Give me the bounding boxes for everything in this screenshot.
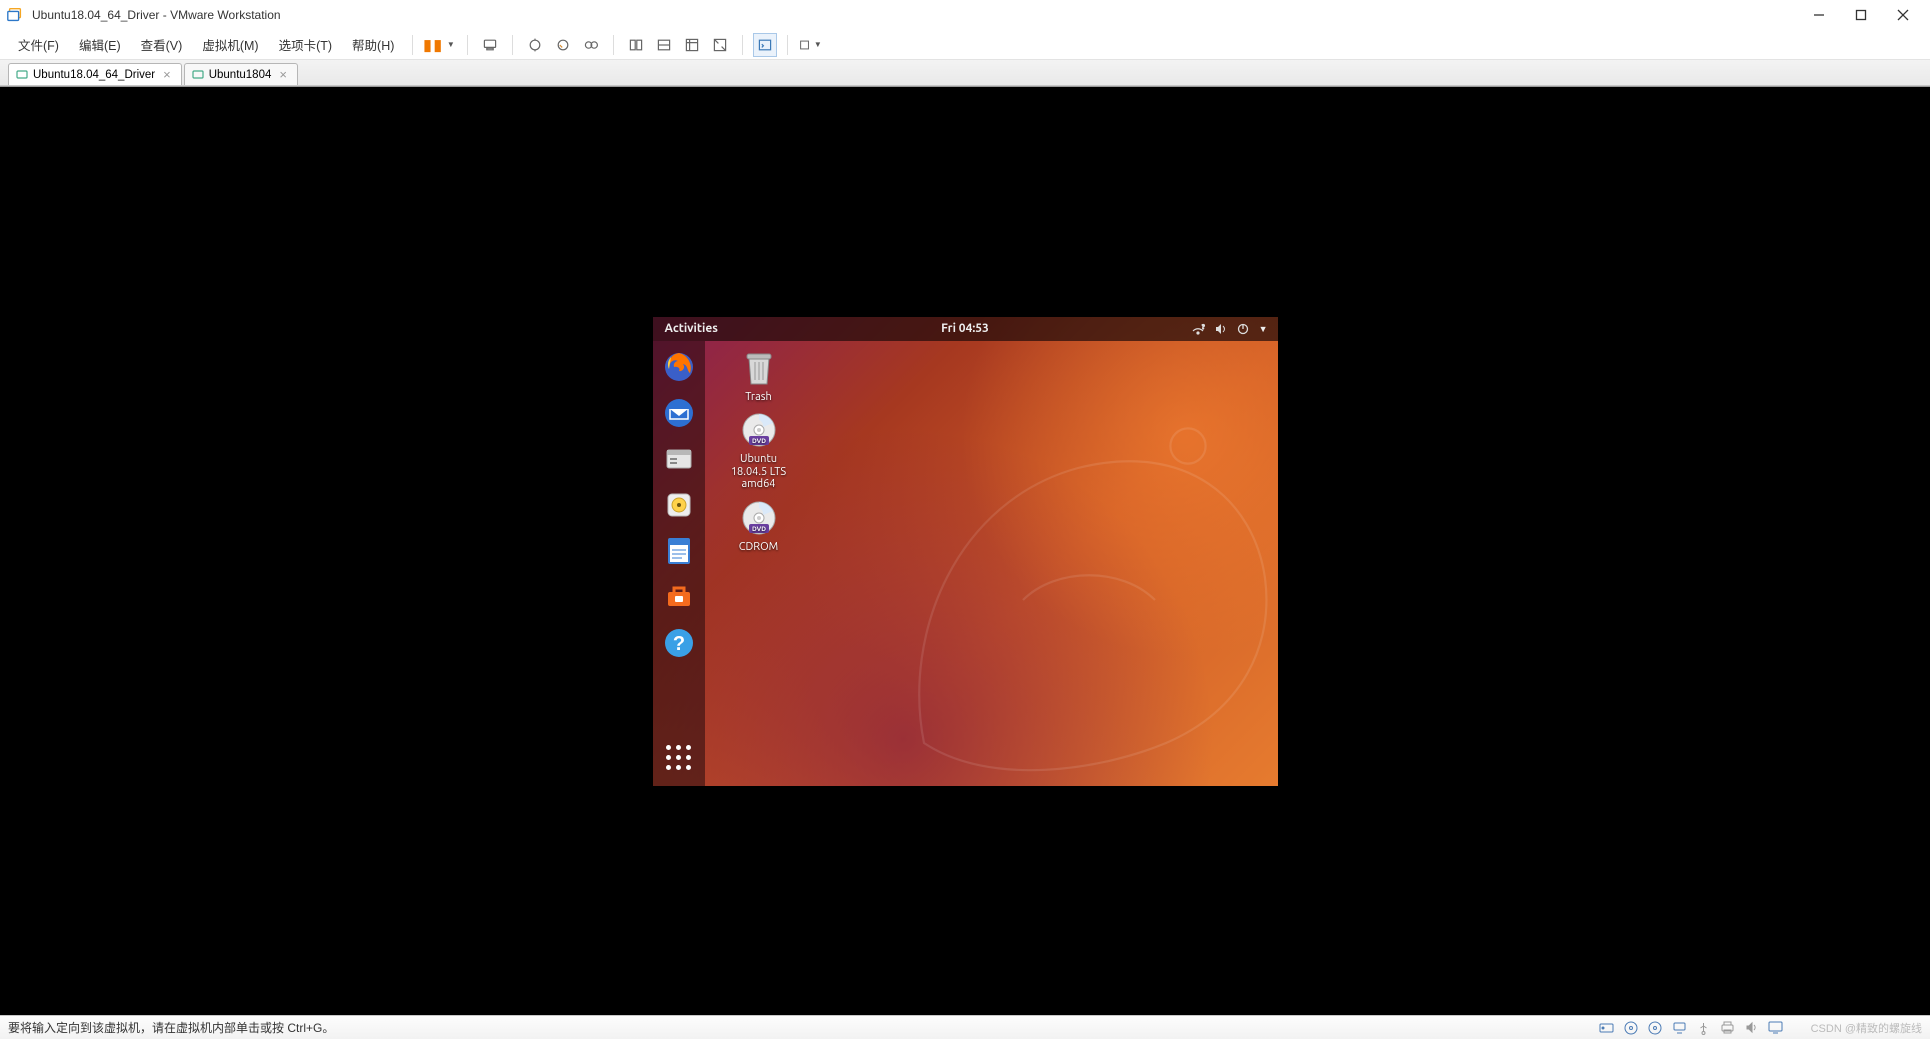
window-title: Ubuntu18.04_64_Driver - VMware Workstati… bbox=[32, 8, 1812, 22]
network-indicator-icon[interactable]: ? bbox=[1191, 323, 1205, 335]
device-printer-icon[interactable] bbox=[1720, 1021, 1735, 1034]
device-display-icon[interactable] bbox=[1768, 1021, 1783, 1034]
dock-app-files[interactable] bbox=[659, 439, 699, 479]
dock-app-software[interactable] bbox=[659, 577, 699, 617]
viewmode-single-button[interactable] bbox=[624, 33, 648, 57]
desktop-item-label: Trash bbox=[745, 391, 772, 404]
minimize-button[interactable] bbox=[1812, 8, 1826, 22]
vm-tab-icon bbox=[191, 68, 205, 82]
pause-vm-button[interactable]: ▮▮▼ bbox=[423, 36, 456, 54]
svg-text:?: ? bbox=[1202, 324, 1205, 331]
dvd-icon: DVD bbox=[738, 409, 780, 451]
close-tab-button[interactable]: × bbox=[163, 67, 171, 82]
menu-edit[interactable]: 编辑(E) bbox=[71, 32, 129, 57]
device-net-icon[interactable] bbox=[1672, 1021, 1687, 1034]
desktop-item-ubuntu-iso[interactable]: DVD Ubuntu 18.04.5 LTS amd64 bbox=[719, 409, 799, 491]
menu-file[interactable]: 文件(F) bbox=[10, 32, 67, 57]
svg-text:?: ? bbox=[672, 633, 684, 655]
unity-button[interactable] bbox=[680, 33, 704, 57]
desktop-icons: Trash DVD Ubuntu 18.04.5 LTS amd64 DVD C… bbox=[719, 347, 799, 554]
vm-tab-strip: Ubuntu18.04_64_Driver × Ubuntu1804 × bbox=[0, 60, 1930, 86]
power-indicator-icon[interactable] bbox=[1237, 323, 1249, 335]
dock-app-writer[interactable] bbox=[659, 531, 699, 571]
chevron-down-icon[interactable]: ▼ bbox=[814, 40, 822, 49]
statusbar: 要将输入定向到该虚拟机，请在虚拟机内部单击或按 Ctrl+G。 CSDN @精致… bbox=[0, 1015, 1930, 1039]
viewmode-split-button[interactable] bbox=[652, 33, 676, 57]
watermark-text: CSDN @精致的螺旋线 bbox=[1811, 1020, 1922, 1036]
vm-viewport[interactable]: Activities Fri 04:53 ? ▼ ? T bbox=[0, 86, 1930, 1015]
svg-text:DVD: DVD bbox=[752, 526, 766, 533]
gnome-topbar: Activities Fri 04:53 ? ▼ bbox=[653, 317, 1278, 341]
vm-tab-label: Ubuntu18.04_64_Driver bbox=[33, 69, 155, 81]
separator bbox=[412, 35, 413, 55]
device-hdd-icon[interactable] bbox=[1599, 1021, 1614, 1034]
trash-icon bbox=[738, 347, 780, 389]
console-view-button[interactable] bbox=[753, 33, 777, 57]
menu-view[interactable]: 查看(V) bbox=[133, 32, 191, 57]
stretch-guest-button[interactable]: ▼ bbox=[798, 33, 822, 57]
svg-text:DVD: DVD bbox=[752, 438, 766, 445]
activities-button[interactable]: Activities bbox=[653, 322, 730, 335]
desktop-item-label: Ubuntu 18.04.5 LTS amd64 bbox=[731, 453, 786, 491]
ubuntu-dock: ? bbox=[653, 341, 705, 786]
system-menu-chevron-icon[interactable]: ▼ bbox=[1259, 324, 1268, 334]
vm-tab-ubuntu-driver[interactable]: Ubuntu18.04_64_Driver × bbox=[8, 63, 182, 85]
window-titlebar: Ubuntu18.04_64_Driver - VMware Workstati… bbox=[0, 0, 1930, 30]
snapshot-revert-button[interactable] bbox=[551, 33, 575, 57]
close-button[interactable] bbox=[1896, 8, 1910, 22]
maximize-button[interactable] bbox=[1854, 8, 1868, 22]
desktop-item-label: CDROM bbox=[739, 541, 778, 554]
volume-indicator-icon[interactable] bbox=[1215, 323, 1227, 335]
separator bbox=[512, 35, 513, 55]
guest-screen[interactable]: Activities Fri 04:53 ? ▼ ? T bbox=[653, 317, 1278, 786]
clock[interactable]: Fri 04:53 bbox=[941, 322, 989, 335]
vmware-logo-icon bbox=[6, 6, 24, 24]
separator bbox=[613, 35, 614, 55]
snapshot-take-button[interactable] bbox=[523, 33, 547, 57]
separator bbox=[742, 35, 743, 55]
show-applications-button[interactable] bbox=[661, 740, 697, 776]
device-sound-icon[interactable] bbox=[1745, 1021, 1758, 1034]
statusbar-device-icons: CSDN @精致的螺旋线 bbox=[1599, 1020, 1922, 1036]
device-cd2-icon[interactable] bbox=[1648, 1021, 1662, 1035]
dock-app-rhythmbox[interactable] bbox=[659, 485, 699, 525]
wallpaper-beaver-outline bbox=[848, 347, 1278, 786]
snapshot-manage-button[interactable] bbox=[579, 33, 603, 57]
dock-app-thunderbird[interactable] bbox=[659, 393, 699, 433]
dock-app-firefox[interactable] bbox=[659, 347, 699, 387]
statusbar-hint: 要将输入定向到该虚拟机，请在虚拟机内部单击或按 Ctrl+G。 bbox=[8, 1019, 334, 1036]
menu-vm[interactable]: 虚拟机(M) bbox=[194, 32, 266, 57]
close-tab-button[interactable]: × bbox=[279, 67, 287, 82]
vm-tab-icon bbox=[15, 68, 29, 82]
dock-app-help[interactable]: ? bbox=[659, 623, 699, 663]
device-cd-icon[interactable] bbox=[1624, 1021, 1638, 1035]
fullscreen-button[interactable] bbox=[708, 33, 732, 57]
desktop-item-trash[interactable]: Trash bbox=[719, 347, 799, 404]
dvd-icon: DVD bbox=[738, 497, 780, 539]
chevron-down-icon[interactable]: ▼ bbox=[447, 40, 457, 49]
device-usb-icon[interactable] bbox=[1697, 1021, 1710, 1035]
vm-tab-ubuntu1804[interactable]: Ubuntu1804 × bbox=[184, 63, 298, 85]
menubar: 文件(F) 编辑(E) 查看(V) 虚拟机(M) 选项卡(T) 帮助(H) ▮▮… bbox=[0, 30, 1930, 60]
send-ctrl-alt-del-button[interactable] bbox=[478, 33, 502, 57]
vm-tab-label: Ubuntu1804 bbox=[209, 69, 272, 81]
menu-tabs[interactable]: 选项卡(T) bbox=[271, 32, 340, 57]
separator bbox=[787, 35, 788, 55]
desktop-item-cdrom[interactable]: DVD CDROM bbox=[719, 497, 799, 554]
separator bbox=[467, 35, 468, 55]
menu-help[interactable]: 帮助(H) bbox=[344, 32, 402, 57]
